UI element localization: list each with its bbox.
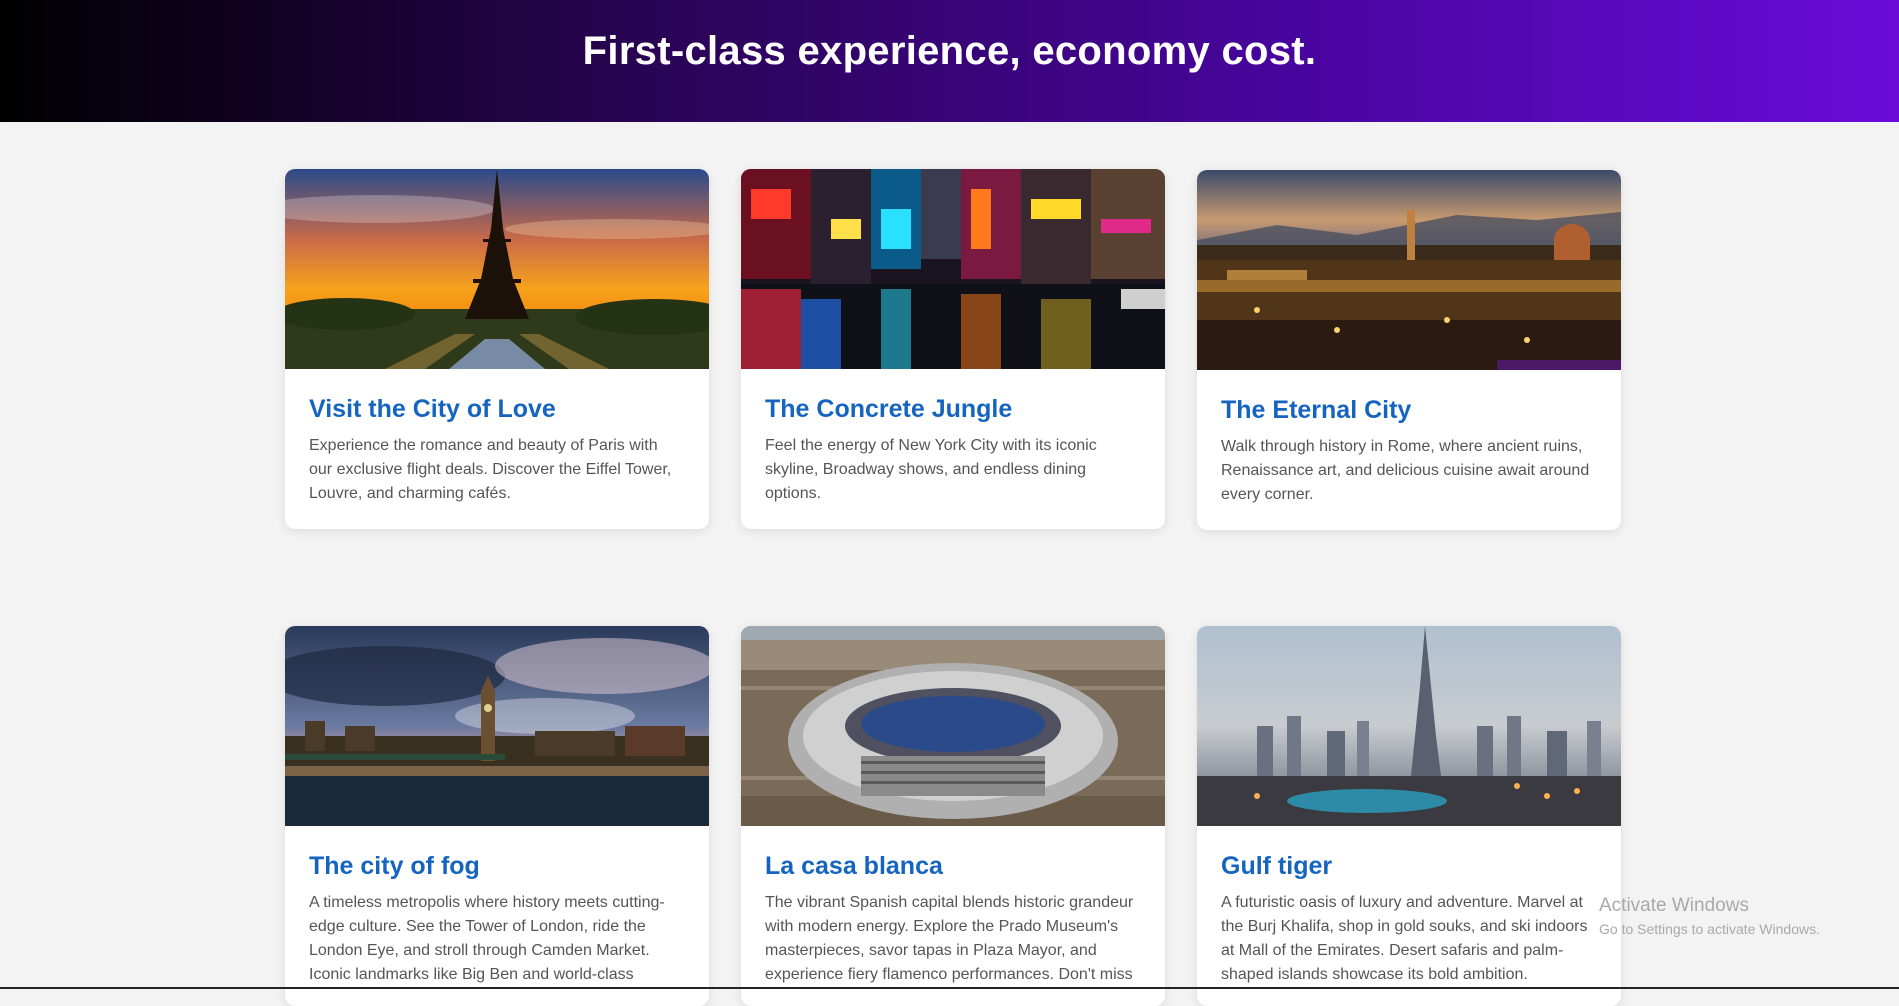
card-description: A futuristic oasis of luxury and adventu… [1221,894,1588,983]
card-description: The vibrant Spanish capital blends histo… [765,894,1134,983]
dubai-image [1197,626,1621,826]
card-body: The Eternal City Walk through history in… [1197,370,1621,530]
card-title[interactable]: La casa blanca [765,852,1141,881]
card-body: The Concrete Jungle Feel the energy of N… [741,369,1165,529]
card-body: Gulf tiger A futuristic oasis of luxury … [1197,826,1621,1006]
activate-windows-watermark: Activate Windows Go to Settings to activ… [1599,895,1820,937]
london-image [285,626,709,826]
card-title[interactable]: The city of fog [309,852,685,881]
card-description: Experience the romance and beauty of Par… [309,437,672,502]
card-body: Visit the City of Love Experience the ro… [285,369,709,529]
rome-image [1197,170,1621,370]
paris-image [285,169,709,369]
card-description: Feel the energy of New York City with it… [765,437,1097,502]
card-title[interactable]: Gulf tiger [1221,852,1597,881]
destination-card-new-york[interactable]: The Concrete Jungle Feel the energy of N… [741,169,1165,529]
destination-card-dubai[interactable]: Gulf tiger A futuristic oasis of luxury … [1197,626,1621,1006]
card-description: A timeless metropolis where history meet… [309,894,665,983]
card-title[interactable]: The Concrete Jungle [765,395,1141,424]
card-description: Walk through history in Rome, where anci… [1221,438,1590,503]
madrid-image [741,626,1165,826]
destination-card-rome[interactable]: The Eternal City Walk through history in… [1197,170,1621,530]
card-body: The city of fog A timeless metropolis wh… [285,826,709,1006]
watermark-subtitle: Go to Settings to activate Windows. [1599,921,1820,937]
card-title[interactable]: Visit the City of Love [309,395,685,424]
destination-card-madrid[interactable]: La casa blanca The vibrant Spanish capit… [741,626,1165,1006]
card-body: La casa blanca The vibrant Spanish capit… [741,826,1165,1006]
destination-card-london[interactable]: The city of fog A timeless metropolis wh… [285,626,709,1006]
card-title[interactable]: The Eternal City [1221,396,1597,425]
new-york-image [741,169,1165,369]
destination-card-paris[interactable]: Visit the City of Love Experience the ro… [285,169,709,529]
watermark-title: Activate Windows [1599,895,1749,916]
destination-grid: Visit the City of Love Experience the ro… [0,0,1899,1006]
